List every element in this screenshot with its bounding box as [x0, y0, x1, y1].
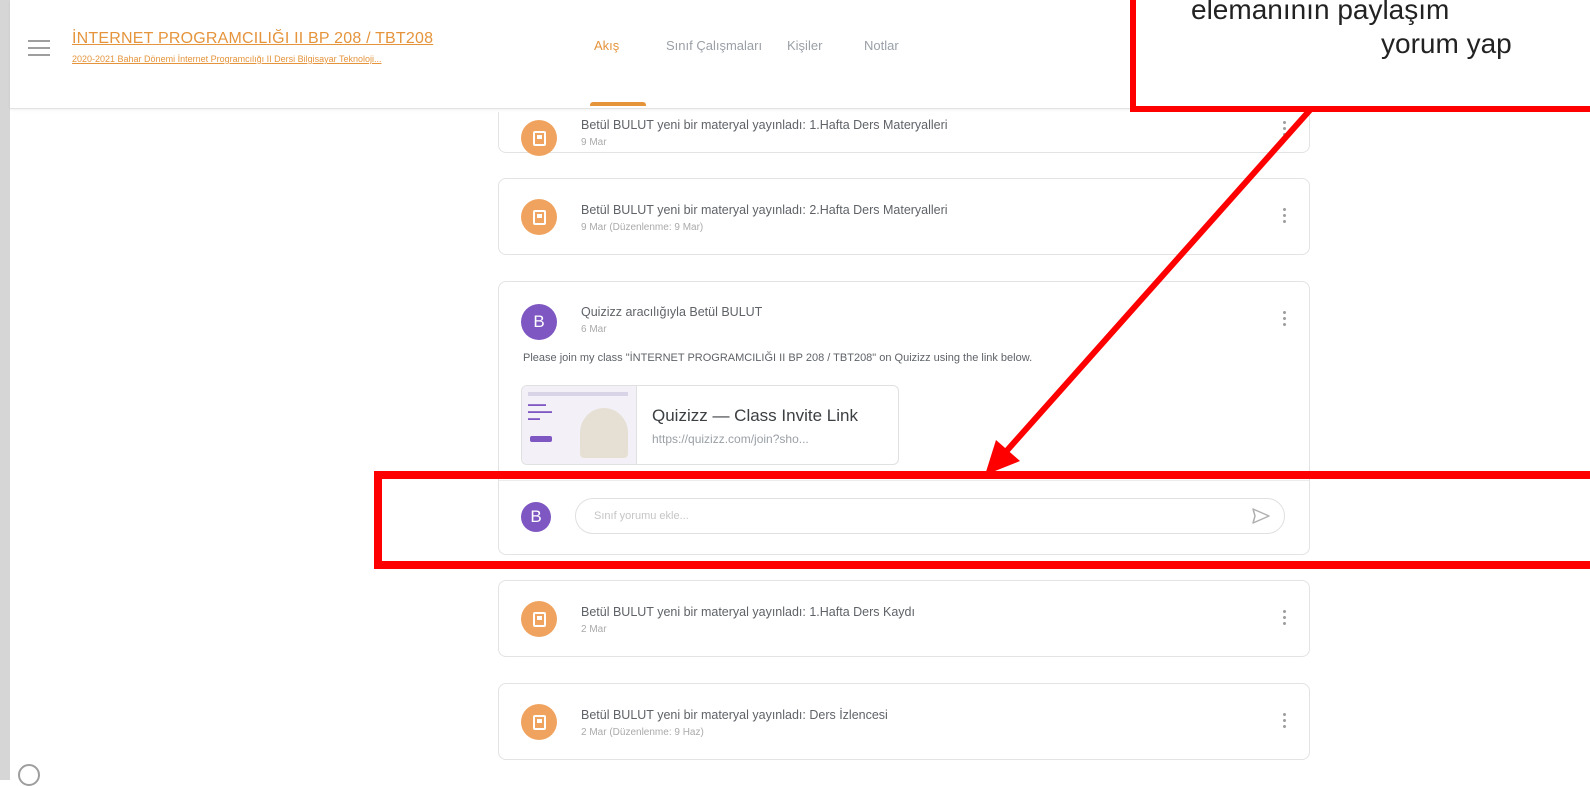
tab-classwork[interactable]: Sınıf Çalışmaları: [666, 38, 762, 53]
course-title[interactable]: İNTERNET PROGRAMCILIĞI II BP 208 / TBT20…: [72, 30, 433, 48]
post-title: Betül BULUT yeni bir materyal yayınladı:…: [581, 605, 915, 619]
send-icon[interactable]: [1251, 507, 1271, 525]
material-icon: [521, 199, 557, 235]
annotation-callout: elemanının paylaşım yorum yap: [1130, 0, 1590, 112]
material-icon: [521, 120, 557, 156]
stream-post[interactable]: Betül BULUT yeni bir materyal yayınladı:…: [498, 683, 1310, 760]
post-date: 2 Mar (Düzenlenme: 9 Haz): [581, 727, 704, 738]
post-date: 2 Mar: [581, 624, 607, 635]
post-date: 6 Mar: [581, 324, 607, 335]
stream-post[interactable]: Betül BULUT yeni bir materyal yayınladı:…: [498, 112, 1310, 156]
post-date: 9 Mar: [581, 137, 607, 148]
more-options-icon[interactable]: [1281, 610, 1287, 628]
course-subtitle[interactable]: 2020-2021 Bahar Dönemi İnternet Programc…: [72, 54, 452, 64]
commenter-avatar: B: [521, 502, 551, 532]
more-options-icon[interactable]: [1281, 208, 1287, 226]
divider: [499, 480, 1309, 481]
annotation-text-line1: elemanının paylaşım: [1191, 0, 1450, 25]
post-title: Quizizz aracılığıyla Betül BULUT: [581, 305, 763, 319]
help-icon[interactable]: [18, 764, 40, 786]
annotation-text-line2: yorum yap: [1381, 28, 1512, 59]
attachment-link-card[interactable]: ▬▬▬ ▬▬▬▬ ▬▬ Quizizz — Class Invite Link ht…: [521, 385, 899, 465]
more-options-icon[interactable]: [1281, 311, 1287, 329]
material-icon: [521, 704, 557, 740]
attachment-thumbnail: ▬▬▬ ▬▬▬▬ ▬▬: [522, 386, 637, 464]
post-date: 9 Mar (Düzenlenme: 9 Mar): [581, 222, 704, 233]
post-title: Betül BULUT yeni bir materyal yayınladı:…: [581, 708, 888, 722]
post-title: Betül BULUT yeni bir materyal yayınladı:…: [581, 118, 948, 132]
post-body: Please join my class "İNTERNET PROGRAMCI…: [523, 352, 1033, 364]
left-edge-strip: [0, 0, 10, 780]
more-options-icon[interactable]: [1281, 121, 1287, 139]
hamburger-menu-icon[interactable]: [28, 40, 50, 58]
tab-people[interactable]: Kişiler: [787, 38, 822, 53]
post-title: Betül BULUT yeni bir materyal yayınladı:…: [581, 203, 948, 217]
attachment-title: Quizizz — Class Invite Link: [652, 406, 858, 425]
tab-grades[interactable]: Notlar: [864, 38, 899, 53]
more-options-icon[interactable]: [1281, 713, 1287, 731]
stream-post-quizizz: B Quizizz aracılığıyla Betül BULUT 6 Mar…: [498, 281, 1310, 555]
material-icon: [521, 601, 557, 637]
tab-stream[interactable]: Akış: [594, 38, 619, 53]
user-avatar: B: [521, 304, 557, 340]
class-comment-input[interactable]: [575, 498, 1285, 534]
attachment-url: https://quizizz.com/join?sho...: [652, 432, 809, 446]
active-tab-indicator: [590, 102, 646, 106]
stream-post[interactable]: Betül BULUT yeni bir materyal yayınladı:…: [498, 178, 1310, 255]
stream-post[interactable]: Betül BULUT yeni bir materyal yayınladı:…: [498, 580, 1310, 657]
